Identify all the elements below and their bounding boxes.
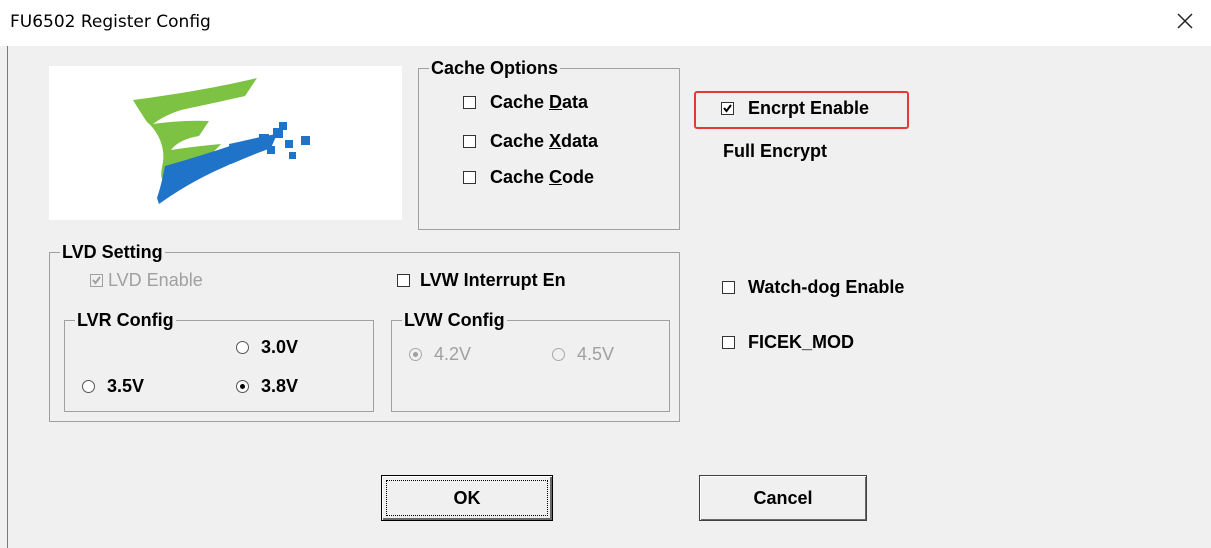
lvw-config-group — [391, 320, 670, 412]
cache-code-checkbox[interactable] — [463, 171, 476, 184]
cache-data-checkbox[interactable] — [463, 96, 476, 109]
title-bar: FU6502 Register Config — [0, 0, 1211, 46]
lvw-4-5v-label[interactable]: 4.5V — [577, 344, 614, 365]
cache-xdata-label[interactable]: Cache Xdata — [490, 131, 598, 152]
lvr-3-8v-radio[interactable] — [236, 380, 249, 393]
lvd-enable-label[interactable]: LVD Enable — [108, 270, 203, 291]
cache-options-title: Cache Options — [429, 58, 561, 79]
lvr-3-0v-radio[interactable] — [236, 341, 249, 354]
ficek-mod-checkbox[interactable] — [722, 336, 735, 349]
lvw-interrupt-checkbox[interactable] — [397, 274, 410, 287]
lvw-4-2v-label[interactable]: 4.2V — [434, 344, 471, 365]
cache-xdata-checkbox[interactable] — [463, 135, 476, 148]
lvr-config-title: LVR Config — [75, 310, 176, 331]
cache-data-label[interactable]: Cache Data — [490, 92, 588, 113]
lvr-3-8v-label[interactable]: 3.8V — [261, 376, 298, 397]
cancel-button[interactable]: Cancel — [699, 475, 867, 521]
lvd-setting-title: LVD Setting — [60, 242, 165, 263]
focus-rect — [386, 480, 548, 516]
ok-button[interactable]: OK — [381, 475, 553, 521]
encrypt-mode-text: Full Encrypt — [723, 141, 828, 161]
encrypt-enable-label[interactable]: Encrpt Enable — [748, 98, 869, 119]
lvd-enable-checkbox[interactable] — [90, 274, 103, 287]
checkmark-icon — [723, 104, 732, 113]
window-left-border — [7, 46, 8, 548]
ficek-mod-label[interactable]: FICEK_MOD — [748, 332, 854, 353]
lvr-3-5v-radio[interactable] — [82, 380, 95, 393]
fortior-logo — [49, 66, 402, 220]
cache-code-label[interactable]: Cache Code — [490, 167, 594, 188]
watchdog-enable-checkbox[interactable] — [722, 281, 735, 294]
encrypt-enable-checkbox[interactable] — [721, 102, 734, 115]
lvw-config-title: LVW Config — [402, 310, 507, 331]
checkmark-icon — [92, 276, 101, 285]
lvw-4-2v-radio[interactable] — [409, 348, 422, 361]
lvw-4-5v-radio[interactable] — [552, 348, 565, 361]
window-title: FU6502 Register Config — [10, 12, 211, 32]
lvr-config-group — [64, 320, 374, 412]
close-icon[interactable] — [1170, 6, 1202, 38]
lvw-interrupt-label[interactable]: LVW Interrupt En — [420, 270, 566, 291]
watchdog-enable-label[interactable]: Watch-dog Enable — [748, 277, 904, 298]
lvr-3-5v-label[interactable]: 3.5V — [107, 376, 144, 397]
lvr-3-0v-label[interactable]: 3.0V — [261, 337, 298, 358]
cancel-button-label: Cancel — [753, 487, 813, 508]
